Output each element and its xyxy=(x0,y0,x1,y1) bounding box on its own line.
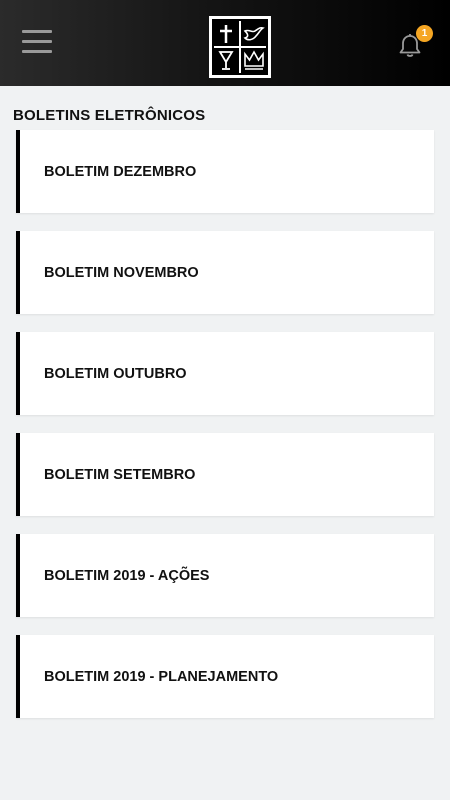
bulletin-item-outubro[interactable]: BOLETIM OUTUBRO xyxy=(16,332,434,415)
bulletin-item-2019-planejamento[interactable]: BOLETIM 2019 - PLANEJAMENTO xyxy=(16,635,434,718)
bulletin-label: BOLETIM OUTUBRO xyxy=(44,365,187,382)
bulletin-item-setembro[interactable]: BOLETIM SETEMBRO xyxy=(16,433,434,516)
bulletin-item-2019-acoes[interactable]: BOLETIM 2019 - AÇÕES xyxy=(16,534,434,617)
bulletin-label: BOLETIM 2019 - AÇÕES xyxy=(44,567,210,584)
bulletin-label: BOLETIM NOVEMBRO xyxy=(44,264,199,281)
church-logo-icon[interactable] xyxy=(209,16,271,78)
notification-badge: 1 xyxy=(416,25,433,42)
hamburger-menu-icon[interactable] xyxy=(22,30,52,54)
bulletin-label: BOLETIM 2019 - PLANEJAMENTO xyxy=(44,668,279,685)
bulletin-item-novembro[interactable]: BOLETIM NOVEMBRO xyxy=(16,231,434,314)
bulletin-item-dezembro[interactable]: BOLETIM DEZEMBRO xyxy=(16,130,434,213)
bulletin-label: BOLETIM DEZEMBRO xyxy=(44,163,197,180)
section-title: BOLETINS ELETRÔNICOS xyxy=(13,107,206,124)
app-header: 1 xyxy=(0,0,450,86)
bulletin-label: BOLETIM SETEMBRO xyxy=(44,466,196,483)
bulletin-list: BOLETIM DEZEMBRO BOLETIM NOVEMBRO BOLETI… xyxy=(16,130,434,736)
